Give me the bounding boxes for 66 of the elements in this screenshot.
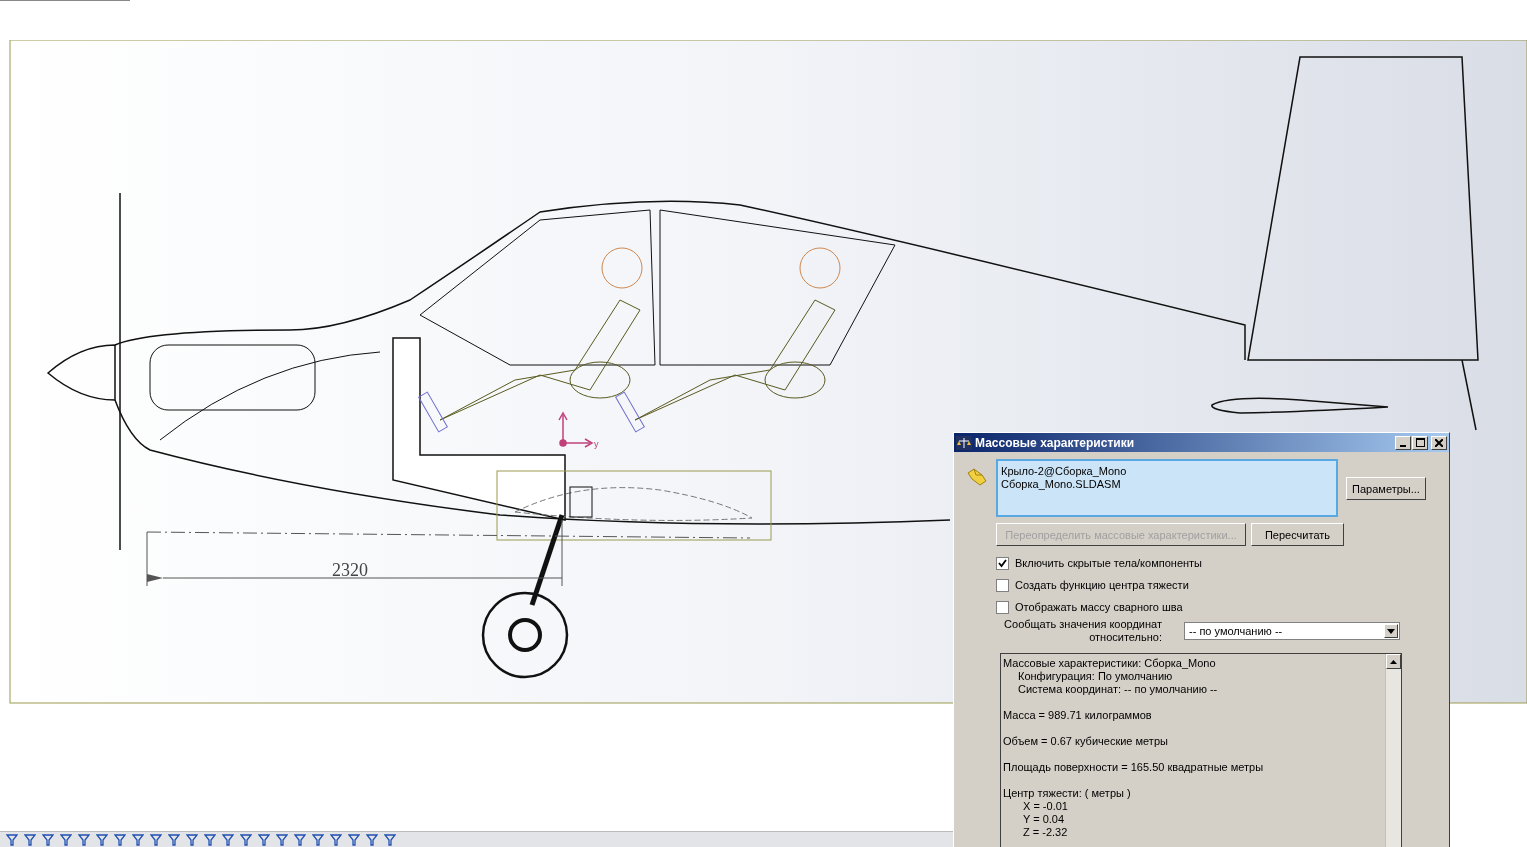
filter-icon[interactable] [204,833,216,846]
minimize-button[interactable] [1395,435,1411,450]
report-line: X = -0.01 [1022,800,1069,813]
spinner-drawing [47,344,116,401]
axis-triad-icon [558,411,594,448]
checkbox-label: Создать функцию центра тяжести [1015,579,1189,591]
report-line: Объем = 0.67 кубические метры [1003,735,1169,748]
head-outline-drawing [601,247,643,289]
pedal-drawing [418,391,448,433]
report-line: Площадь поверхности = 165.50 квадратные метры [1003,761,1265,774]
filter-icon[interactable] [294,833,306,846]
filter-icon[interactable] [276,833,288,846]
filter-icon[interactable] [132,833,144,846]
selection-item[interactable]: Сборка_Mono.SLDASM [1001,478,1333,491]
checkbox-label: Включить скрытые тела/компоненты [1015,557,1203,569]
maximize-button[interactable] [1412,435,1428,450]
component-icon [966,467,988,487]
filter-icon[interactable] [348,833,360,846]
report-line: Y = 0.04 [1022,813,1066,826]
recalculate-button[interactable]: Пересчитать [1251,523,1344,546]
pedal-drawing [615,391,645,433]
checkbox[interactable] [996,578,1009,592]
filter-icon[interactable] [330,833,342,846]
dropdown-arrow-icon [1387,628,1395,634]
selection-item[interactable]: Крыло-2@Сборка_Mono [1001,465,1333,478]
filter-icon[interactable] [186,833,198,846]
report-line: Центр тяжести: ( метры ) [1003,787,1132,800]
filter-icon[interactable] [6,833,18,846]
head-outline-drawing [799,247,841,289]
close-icon [1435,438,1443,447]
report-line: Масса = 989.71 килограммов [1003,709,1153,722]
filter-icon[interactable] [312,833,324,846]
maximize-icon [1415,438,1425,447]
scale-icon [956,435,972,450]
selection-list[interactable]: Крыло-2@Сборка_Mono Сборка_Mono.SLDASM [996,459,1338,517]
checkbox[interactable] [996,600,1009,614]
filter-icon[interactable] [222,833,234,846]
minimize-icon [1400,444,1406,447]
filter-icon[interactable] [42,833,54,846]
window-title: Массовые характеристики [975,435,1136,450]
checkbox[interactable] [996,556,1009,570]
filter-icon[interactable] [78,833,90,846]
filter-icon[interactable] [258,833,270,846]
filter-icon[interactable] [168,833,180,846]
filter-icon[interactable] [24,833,36,846]
scrollbar[interactable] [1385,654,1401,847]
close-button[interactable] [1431,435,1447,450]
filter-icon[interactable] [114,833,126,846]
coordinate-label: Сообщать значения координат относительно: [1003,618,1162,644]
filter-icon[interactable] [384,833,396,846]
options-button[interactable]: Параметры... [1346,477,1426,500]
filter-icon[interactable] [60,833,72,846]
report-line: Система координат: -- по умолчанию -- [1017,683,1219,696]
filter-icon[interactable] [96,833,108,846]
report-line: Массовые характеристики: Сборка_Mono [1003,657,1217,670]
report-line: Z = -2.32 [1022,826,1069,839]
coordinate-dropdown[interactable]: -- по умолчанию -- [1184,622,1400,640]
up-arrow-icon [1390,659,1397,664]
dimension-label: 2320 [332,560,368,580]
scroll-up-button[interactable] [1386,654,1401,669]
checkbox-label: Отображать массу сварного шва [1015,601,1183,613]
filter-icon[interactable] [150,833,162,846]
filter-icon[interactable] [240,833,252,846]
filter-icon[interactable] [366,833,378,846]
report-line: Конфигурация: По умолчанию [1017,670,1174,683]
axis-label: y [594,439,599,449]
